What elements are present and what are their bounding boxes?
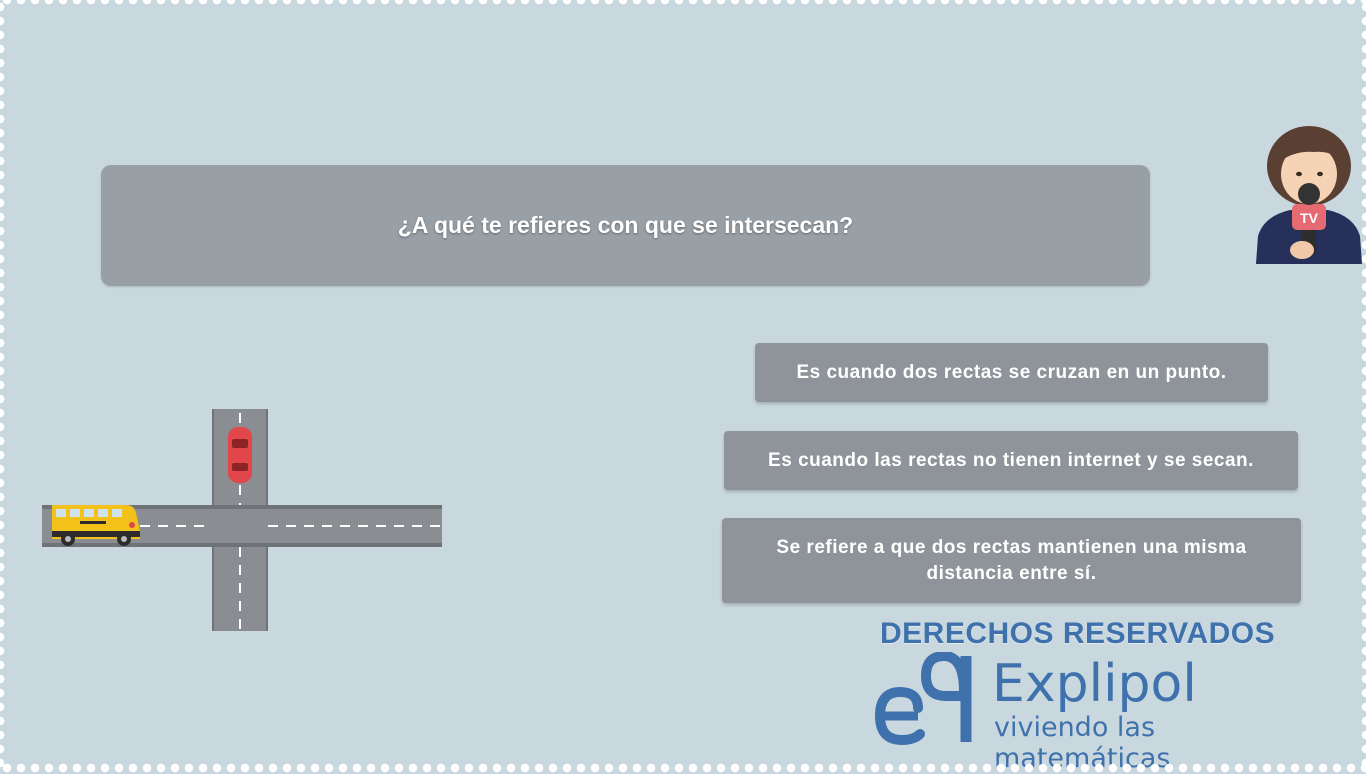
mic-label: TV	[1300, 210, 1319, 226]
brand-name: Explipol	[992, 654, 1197, 714]
stamp-edge-bottom	[0, 762, 1366, 774]
question-panel: ¿A qué te refieres con que se intersecan…	[101, 165, 1150, 286]
answer-option-1[interactable]: Es cuando dos rectas se cruzan en un pun…	[755, 343, 1268, 402]
stamp-edge-left	[0, 0, 6, 768]
explipol-logo: Explipol viviendo las matemáticas	[874, 652, 1334, 774]
red-car-icon	[228, 427, 252, 483]
answer-option-2[interactable]: Es cuando las rectas no tienen internet …	[724, 431, 1298, 490]
answer-option-2-text: Es cuando las rectas no tienen internet …	[768, 449, 1254, 471]
reporter-icon: TV	[1254, 124, 1364, 269]
question-text: ¿A qué te refieres con que se intersecan…	[397, 212, 854, 238]
road-intersection-icon	[40, 405, 444, 638]
copyright-notice: DERECHOS RESERVADOS	[880, 617, 1276, 650]
answer-option-1-text: Es cuando dos rectas se cruzan en un pun…	[796, 361, 1227, 383]
explipol-logo-icon	[874, 652, 972, 746]
answer-option-3[interactable]: Se refiere a que dos rectas mantienen un…	[722, 518, 1301, 603]
answer-option-3-text: Se refiere a que dos rectas mantienen un…	[776, 536, 1247, 584]
stamp-edge-top	[0, 0, 1366, 6]
stamp-edge-right	[1360, 0, 1366, 768]
